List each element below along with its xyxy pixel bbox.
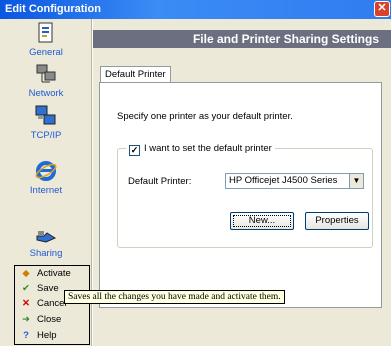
default-printer-select[interactable]: HP Officejet J4500 Series ▼ [225, 173, 364, 189]
sidebar-item-general[interactable]: General [0, 21, 92, 58]
sharing-icon [36, 231, 57, 243]
sidebar-item-network[interactable]: Network [0, 62, 92, 99]
default-printer-label: Default Printer: [128, 176, 192, 187]
close-button[interactable]: ➜ Close [19, 313, 89, 327]
tab-default-printer[interactable]: Default Printer [100, 66, 171, 83]
sidebar-item-tcpip[interactable]: TCP/IP [0, 104, 92, 141]
activate-button[interactable]: ◆ Activate [19, 267, 89, 281]
network-icon [36, 64, 56, 83]
close-window-button[interactable]: ✕ [374, 1, 390, 17]
action-panel: ◆ Activate ✔ Save ✕ Cancel ➜ Close ? Help [14, 265, 90, 345]
sidebar-item-internet[interactable]: Internet [0, 159, 92, 196]
default-printer-group: ✓ I want to set the default printer Defau… [117, 143, 373, 248]
sidebar-item-sharing[interactable]: Sharing [0, 222, 92, 259]
sidebar-item-label: Internet [29, 185, 63, 196]
sidebar-item-label: Network [28, 88, 64, 99]
help-icon: ? [23, 330, 29, 341]
page-title: File and Printer Sharing Settings [93, 30, 391, 48]
checkbox-check-icon: ✓ [129, 145, 140, 156]
properties-button[interactable]: Properties [305, 212, 369, 230]
chevron-down-icon[interactable]: ▼ [349, 174, 363, 188]
help-button[interactable]: ? Help [19, 329, 89, 343]
title-bar: Edit Configuration ✕ [0, 0, 391, 19]
save-icon: ✔ [22, 283, 30, 294]
close-icon: ➜ [22, 314, 30, 325]
window-title: Edit Configuration [5, 3, 101, 15]
internet-explorer-icon [35, 161, 57, 181]
checkbox-label: I want to set the default printer [144, 143, 272, 154]
cancel-icon: ✕ [22, 298, 30, 309]
sidebar-item-label: TCP/IP [30, 130, 62, 141]
tab-panel: Specify one printer as your default prin… [99, 82, 382, 308]
sidebar-item-label: General [29, 47, 63, 58]
document-icon [38, 22, 53, 43]
new-printer-button[interactable]: New... [230, 212, 294, 230]
save-tooltip: Saves all the changes you have made and … [64, 290, 285, 304]
intro-text: Specify one printer as your default prin… [117, 111, 293, 122]
set-default-printer-checkbox[interactable]: ✓ I want to set the default printer [126, 143, 275, 156]
default-printer-value: HP Officejet J4500 Series [229, 175, 338, 186]
activate-icon: ◆ [22, 268, 30, 279]
sidebar-item-label: Sharing [29, 248, 63, 259]
computers-icon [35, 105, 56, 125]
